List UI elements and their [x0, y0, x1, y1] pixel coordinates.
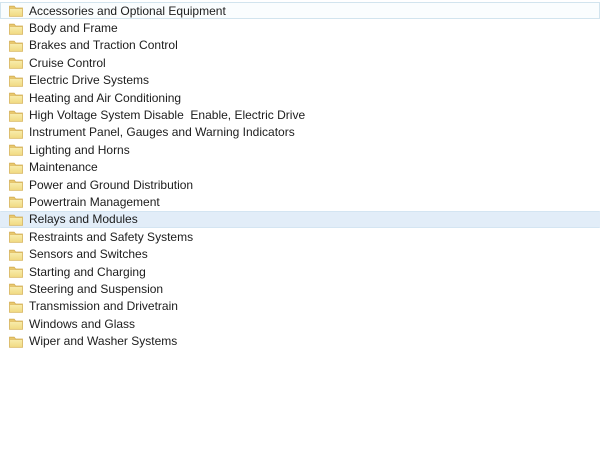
tree-item[interactable]: Instrument Panel, Gauges and Warning Ind…	[0, 124, 600, 141]
folder-browser-window: Accessories and Optional Equipment Body …	[0, 0, 600, 456]
tree-item[interactable]: Lighting and Horns	[0, 141, 600, 158]
tree-item-label: Accessories and Optional Equipment	[29, 3, 226, 18]
folder-icon	[9, 335, 23, 348]
folder-icon	[9, 265, 23, 278]
tree-item[interactable]: Maintenance	[0, 159, 600, 176]
tree-item[interactable]: Restraints and Safety Systems	[0, 228, 600, 245]
tree-item[interactable]: Windows and Glass	[0, 315, 600, 332]
tree-item[interactable]: Brakes and Traction Control	[0, 37, 600, 54]
folder-icon	[9, 143, 23, 156]
tree-item[interactable]: Sensors and Switches	[0, 245, 600, 262]
category-tree: Accessories and Optional Equipment Body …	[0, 2, 600, 350]
tree-item-label: Lighting and Horns	[29, 142, 130, 157]
tree-item[interactable]: Transmission and Drivetrain	[0, 298, 600, 315]
tree-item-label: Starting and Charging	[29, 264, 146, 279]
tree-item[interactable]: Accessories and Optional Equipment	[0, 2, 600, 20]
folder-icon	[9, 39, 23, 52]
tree-item-label: Windows and Glass	[29, 316, 136, 331]
folder-icon	[9, 161, 23, 174]
tree-item-label: Body and Frame	[29, 21, 118, 36]
folder-icon	[9, 300, 23, 313]
folder-icon	[9, 74, 23, 87]
tree-item[interactable]: Powertrain Management	[0, 193, 600, 210]
tree-item[interactable]: Cruise Control	[0, 54, 600, 71]
folder-icon	[9, 178, 23, 191]
folder-icon	[9, 282, 23, 295]
folder-icon	[9, 4, 23, 17]
tree-item-label: High Voltage System Disable Enable, Elec…	[29, 108, 306, 123]
tree-item-label: Electric Drive Systems	[29, 73, 150, 88]
tree-item-label: Restraints and Safety Systems	[29, 229, 194, 244]
tree-item-label: Sensors and Switches	[29, 247, 148, 262]
folder-icon	[9, 126, 23, 139]
folder-icon	[9, 248, 23, 261]
tree-item-label: Relays and Modules	[29, 212, 138, 227]
tree-item-selected[interactable]: Relays and Modules	[0, 210, 600, 229]
tree-item-label: Steering and Suspension	[29, 281, 164, 296]
tree-item[interactable]: Electric Drive Systems	[0, 72, 600, 89]
folder-icon	[9, 230, 23, 243]
tree-item[interactable]: High Voltage System Disable Enable, Elec…	[0, 106, 600, 123]
tree-item-label: Maintenance	[29, 160, 98, 175]
tree-item-label: Heating and Air Conditioning	[29, 90, 182, 105]
tree-item[interactable]: Heating and Air Conditioning	[0, 89, 600, 106]
tree-item-label: Power and Ground Distribution	[29, 177, 194, 192]
tree-item[interactable]: Steering and Suspension	[0, 280, 600, 297]
folder-icon	[9, 56, 23, 69]
tree-item-label: Transmission and Drivetrain	[29, 299, 178, 314]
folder-icon	[9, 317, 23, 330]
tree-item-label: Brakes and Traction Control	[29, 38, 178, 53]
tree-item-label: Instrument Panel, Gauges and Warning Ind…	[29, 125, 295, 140]
tree-item[interactable]: Power and Ground Distribution	[0, 176, 600, 193]
folder-icon	[9, 109, 23, 122]
folder-icon	[9, 213, 23, 226]
tree-item-label: Cruise Control	[29, 55, 106, 70]
tree-item-label: Powertrain Management	[29, 194, 160, 209]
tree-item[interactable]: Wiper and Washer Systems	[0, 332, 600, 349]
tree-item[interactable]: Starting and Charging	[0, 263, 600, 280]
tree-item[interactable]: Body and Frame	[0, 19, 600, 36]
tree-item-label: Wiper and Washer Systems	[29, 334, 178, 349]
folder-icon	[9, 91, 23, 104]
folder-icon	[9, 22, 23, 35]
folder-icon	[9, 195, 23, 208]
